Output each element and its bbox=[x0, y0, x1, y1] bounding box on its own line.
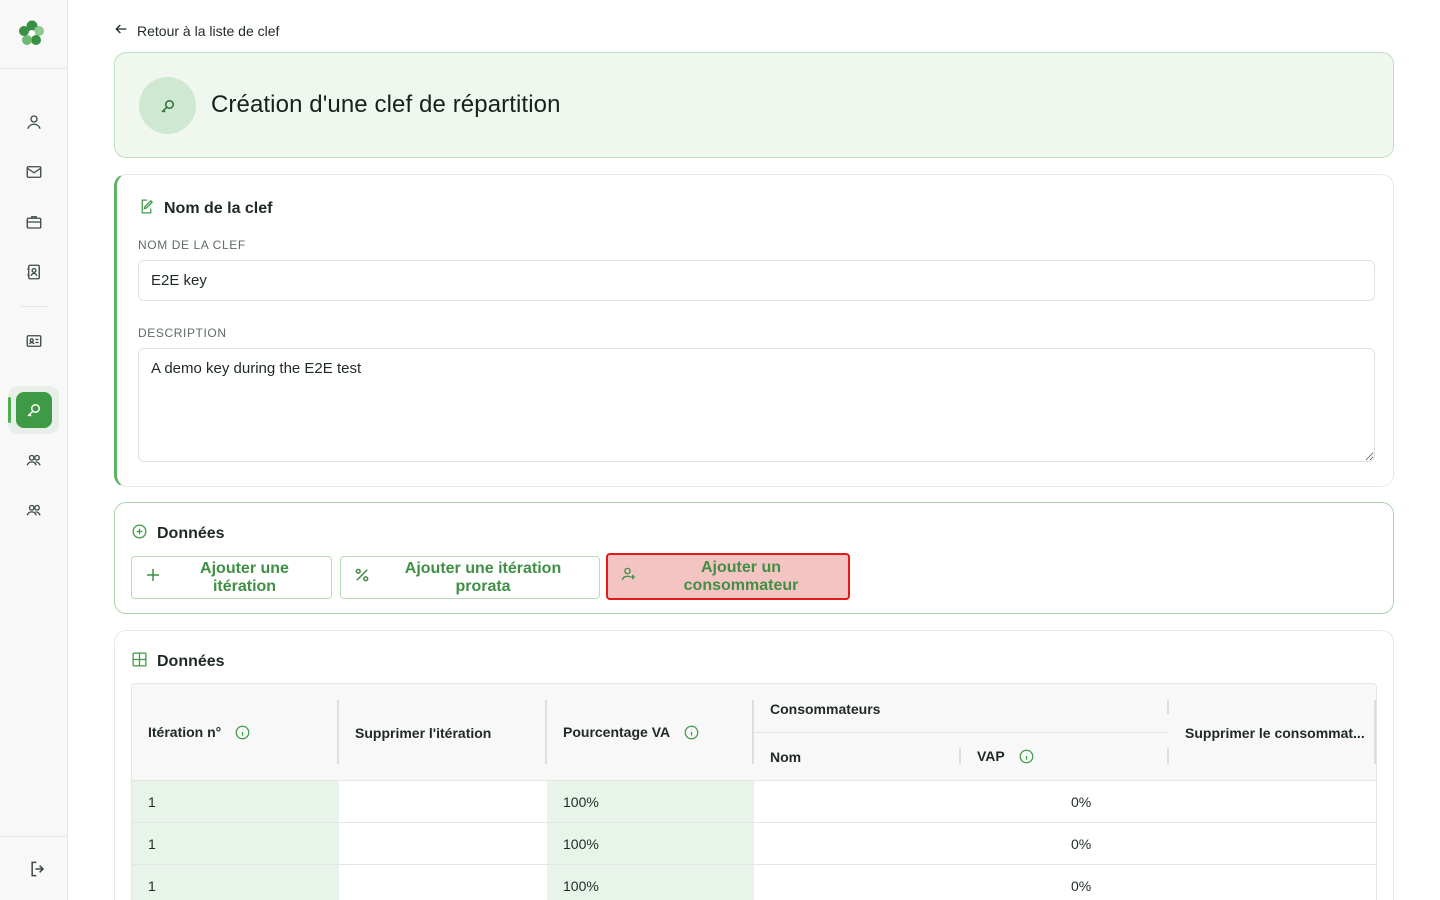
column-separator[interactable] bbox=[1374, 700, 1376, 764]
app-logo[interactable] bbox=[17, 18, 47, 48]
column-header-name[interactable]: Nom bbox=[770, 749, 801, 765]
info-icon[interactable] bbox=[1019, 749, 1034, 764]
sidebar bbox=[0, 0, 68, 900]
column-header-delete-iteration[interactable]: Supprimer l'itération bbox=[355, 725, 491, 741]
percent-icon bbox=[353, 566, 371, 589]
cell-percentage[interactable]: 100% bbox=[547, 781, 754, 822]
column-title: Consommateurs bbox=[770, 701, 881, 717]
key-name-input[interactable] bbox=[138, 260, 1375, 301]
cell-percentage[interactable]: 100% bbox=[547, 823, 754, 864]
info-icon[interactable] bbox=[235, 725, 250, 740]
cell-vap[interactable]: 0% bbox=[1055, 865, 1175, 900]
table-row[interactable]: 1 100% 0% bbox=[132, 781, 1376, 823]
button-label: Ajouter une itération bbox=[200, 559, 289, 595]
key-name-card-heading: Nom de la clef bbox=[138, 198, 272, 220]
key-name-card: Nom de la clef NOM DE LA CLEF DESCRIPTIO… bbox=[114, 174, 1394, 487]
column-title: Itération n° bbox=[148, 724, 222, 740]
button-label: Ajouter une itération prorata bbox=[404, 559, 562, 595]
plus-circle-icon bbox=[131, 523, 148, 545]
arrow-left-icon bbox=[113, 21, 129, 40]
sidebar-divider bbox=[0, 836, 68, 837]
page-header: Création d'une clef de répartition bbox=[114, 52, 1394, 158]
card-title: Données bbox=[157, 653, 225, 670]
sidebar-divider bbox=[0, 68, 68, 69]
back-link-label: Retour à la liste de clef bbox=[137, 22, 280, 39]
column-title: Pourcentage VA bbox=[563, 724, 671, 740]
user-plus-icon bbox=[620, 565, 638, 588]
briefcase-icon[interactable] bbox=[22, 210, 46, 234]
card-title: Nom de la clef bbox=[164, 200, 273, 217]
description-field-label: DESCRIPTION bbox=[138, 326, 227, 340]
group-icon[interactable] bbox=[22, 448, 46, 472]
page-title: Création d'une clef de répartition bbox=[211, 91, 561, 118]
data-actions-heading: Données bbox=[131, 523, 225, 545]
edit-icon bbox=[138, 198, 155, 220]
data-table-heading: Données bbox=[131, 651, 225, 673]
cell-delete-iteration[interactable] bbox=[339, 781, 547, 822]
add-consumer-button[interactable]: Ajouter un consommateur bbox=[606, 553, 850, 600]
card-title: Données bbox=[157, 525, 225, 542]
column-title: Nom bbox=[770, 749, 802, 765]
table-grid-icon bbox=[131, 651, 148, 673]
column-title: Supprimer le consommat... bbox=[1185, 725, 1365, 741]
back-to-key-list-link[interactable]: Retour à la liste de clef bbox=[113, 21, 279, 40]
column-separator[interactable] bbox=[337, 700, 339, 764]
column-title: Supprimer l'itération bbox=[355, 725, 492, 741]
column-header-delete-consumer[interactable]: Supprimer le consommat... bbox=[1185, 725, 1365, 741]
name-field-label: NOM DE LA CLEF bbox=[138, 238, 246, 252]
key-search-icon bbox=[139, 77, 196, 134]
info-icon[interactable] bbox=[684, 725, 699, 740]
column-separator[interactable] bbox=[545, 700, 547, 764]
table-row[interactable]: 1 100% 0% bbox=[132, 865, 1376, 900]
cell-vap[interactable]: 0% bbox=[1055, 823, 1175, 864]
cell-vap[interactable]: 0% bbox=[1055, 781, 1175, 822]
column-header-iteration[interactable]: Itération n° bbox=[148, 724, 250, 740]
mail-icon[interactable] bbox=[22, 160, 46, 184]
key-search-icon[interactable] bbox=[16, 392, 52, 428]
cell-iteration[interactable]: 1 bbox=[132, 823, 339, 864]
add-iteration-button[interactable]: Ajouter une itération bbox=[131, 556, 332, 599]
data-actions-card: Données Ajouter une itération Ajouter un… bbox=[114, 502, 1394, 614]
group-header-divider bbox=[754, 732, 1168, 733]
column-title: VAP bbox=[977, 748, 1005, 764]
button-label: Ajouter un consommateur bbox=[683, 558, 799, 594]
column-header-percentage[interactable]: Pourcentage VA bbox=[563, 724, 699, 740]
cell-iteration[interactable]: 1 bbox=[132, 865, 339, 900]
description-textarea[interactable]: A demo key during the E2E test bbox=[138, 348, 1375, 462]
column-separator[interactable] bbox=[1167, 748, 1169, 764]
id-card-icon[interactable] bbox=[22, 329, 46, 353]
active-indicator bbox=[8, 397, 11, 423]
cell-delete-iteration[interactable] bbox=[339, 865, 547, 900]
column-header-vap[interactable]: VAP bbox=[977, 748, 1034, 764]
cell-percentage[interactable]: 100% bbox=[547, 865, 754, 900]
data-grid: Itération n° Supprimer l'itération Pourc… bbox=[131, 683, 1377, 900]
plus-icon bbox=[144, 566, 162, 589]
column-separator[interactable] bbox=[959, 748, 961, 764]
data-table-card: Données Itération n° Supprimer l'itérati… bbox=[114, 630, 1394, 900]
user-icon[interactable] bbox=[22, 110, 46, 134]
column-separator[interactable] bbox=[1167, 700, 1169, 714]
add-prorata-iteration-button[interactable]: Ajouter une itération prorata bbox=[340, 556, 600, 599]
cell-iteration[interactable]: 1 bbox=[132, 781, 339, 822]
team-icon[interactable] bbox=[22, 498, 46, 522]
cell-delete-iteration[interactable] bbox=[339, 823, 547, 864]
table-row[interactable]: 1 100% 0% bbox=[132, 823, 1376, 865]
grid-header: Itération n° Supprimer l'itération Pourc… bbox=[132, 684, 1376, 781]
column-group-consumers: Consommateurs bbox=[770, 701, 880, 717]
logout-icon[interactable] bbox=[26, 857, 50, 881]
sidebar-divider bbox=[21, 306, 47, 307]
contact-book-icon[interactable] bbox=[22, 260, 46, 284]
